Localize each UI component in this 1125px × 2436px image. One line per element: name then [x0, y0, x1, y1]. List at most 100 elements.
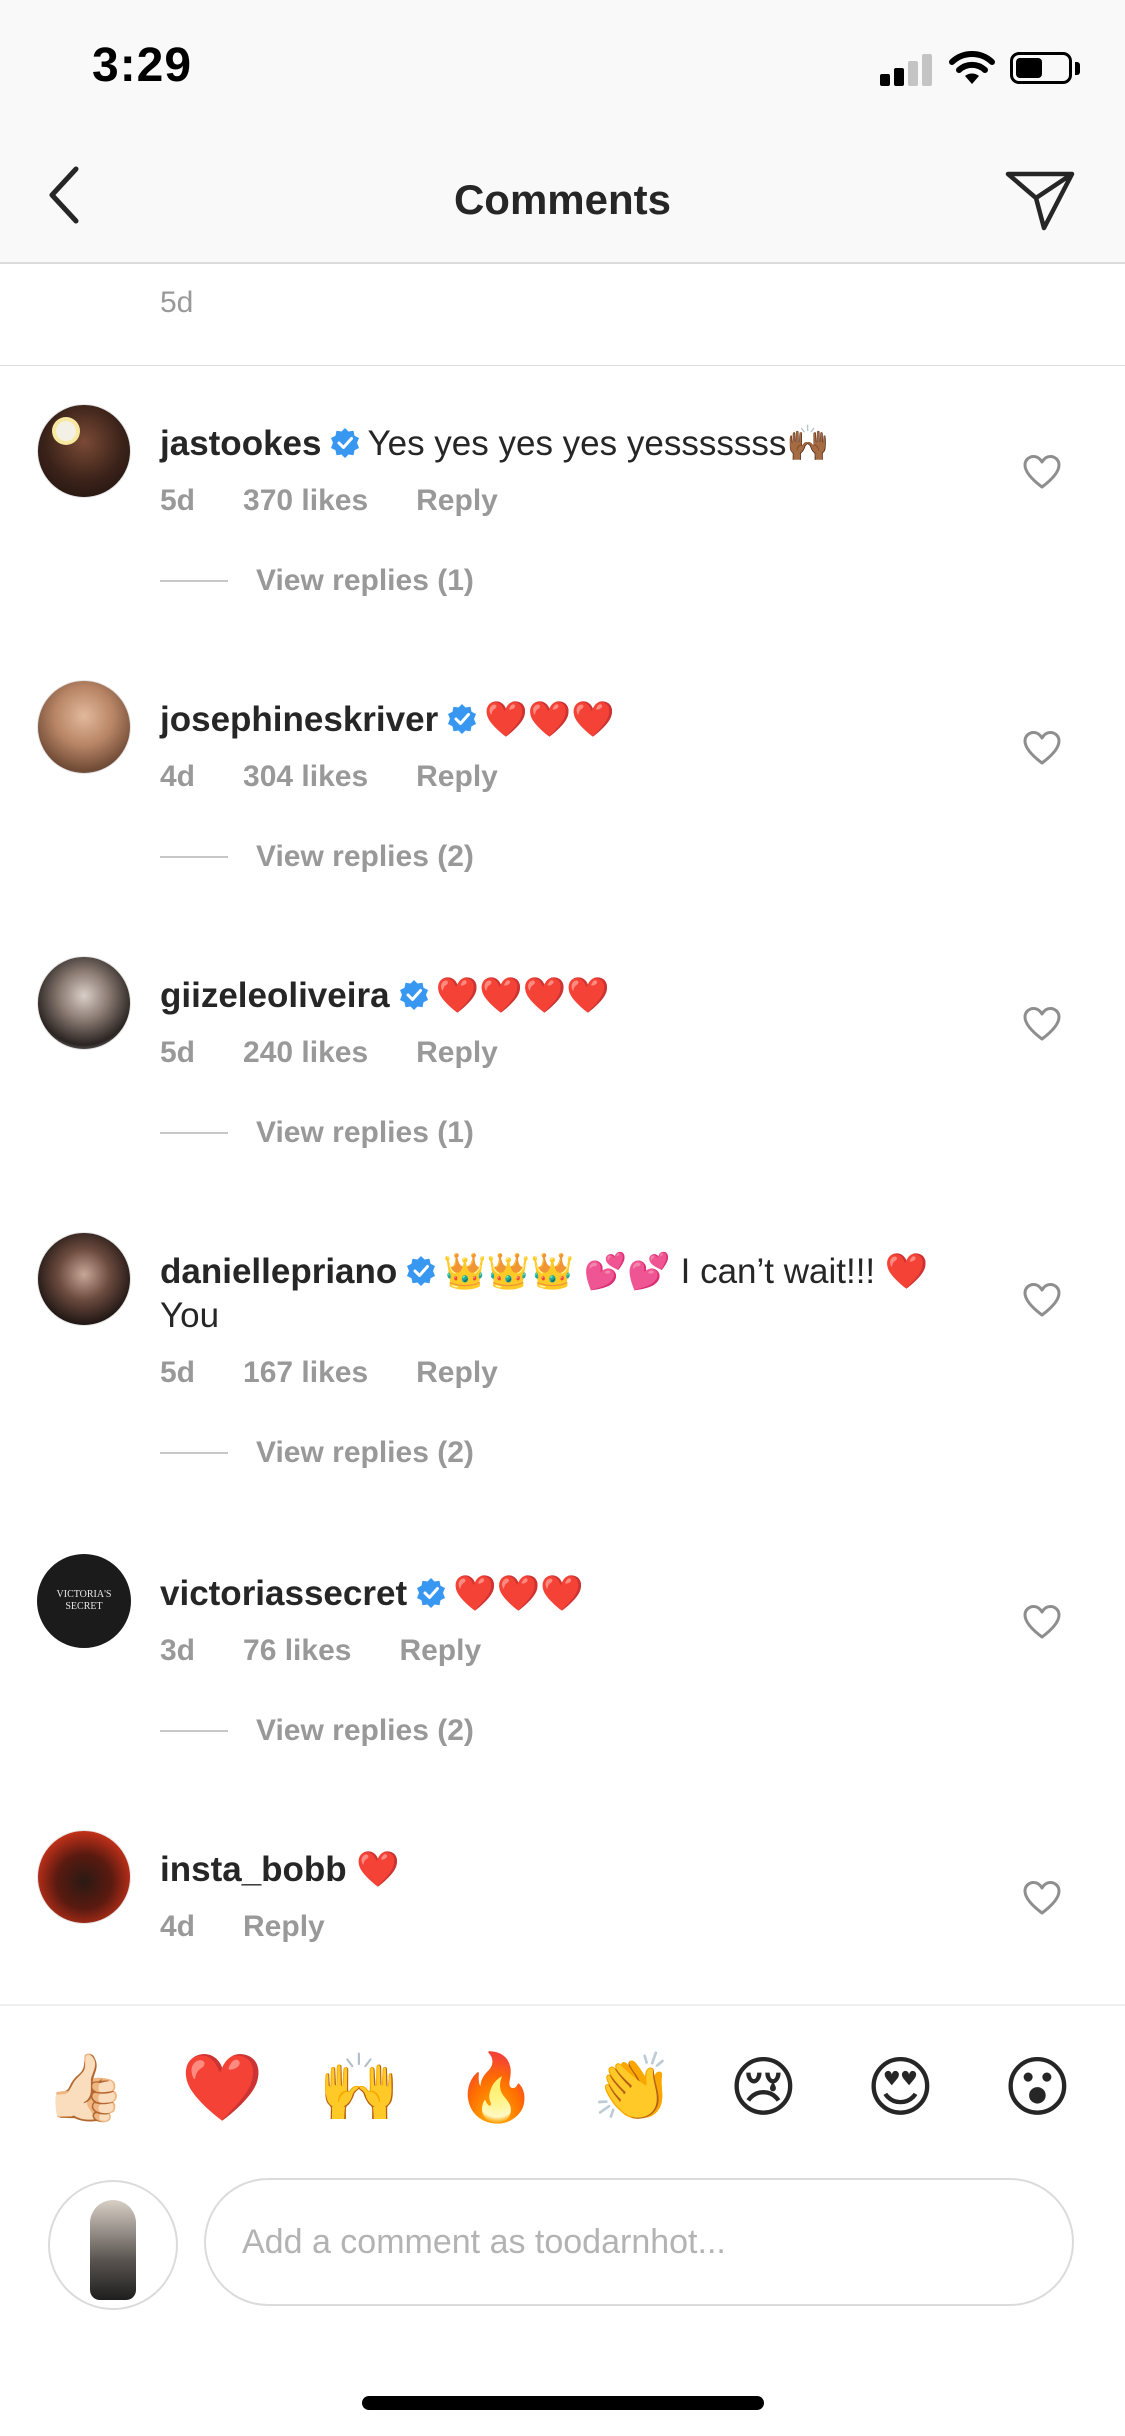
comment-username[interactable]: insta_bobb: [160, 1850, 347, 1889]
reply-button[interactable]: Reply: [243, 1910, 325, 1943]
view-replies-button[interactable]: View replies (2): [160, 1436, 474, 1470]
comment-username[interactable]: daniellepriano: [160, 1252, 397, 1291]
comment-username[interactable]: victoriassecret: [160, 1574, 407, 1613]
view-replies-label: View replies (2): [256, 840, 474, 873]
comment-username[interactable]: giizeleoliveira: [160, 976, 390, 1015]
avatar[interactable]: [37, 404, 131, 498]
wifi-icon: [949, 51, 995, 84]
comment-likes[interactable]: 76 likes: [243, 1634, 351, 1667]
home-indicator[interactable]: [362, 2396, 764, 2410]
comment-text: giizeleoliveira ❤️❤️❤️❤️: [160, 974, 980, 1018]
comment-text: insta_bobb ❤️: [160, 1848, 980, 1892]
reply-button[interactable]: Reply: [416, 484, 498, 517]
like-button[interactable]: [1018, 1000, 1066, 1048]
like-button[interactable]: [1018, 1598, 1066, 1646]
comment-likes[interactable]: 167 likes: [243, 1356, 368, 1389]
like-button[interactable]: [1018, 1874, 1066, 1922]
avatar[interactable]: [37, 1830, 131, 1924]
comment-message: ❤️❤️❤️: [484, 700, 615, 739]
comment-message: ❤️❤️❤️❤️: [435, 976, 610, 1015]
reply-button[interactable]: Reply: [416, 760, 498, 793]
avatar[interactable]: VICTORIA'S SECRET: [37, 1554, 131, 1648]
emoji-raised-hands[interactable]: 🙌: [318, 2052, 400, 2122]
verified-badge-icon: [448, 704, 477, 734]
heart-outline-icon: [1023, 455, 1061, 489]
heart-outline-icon: [1023, 1007, 1061, 1041]
view-replies-button[interactable]: View replies (1): [160, 1116, 474, 1150]
battery-icon: [1010, 52, 1072, 84]
view-replies-label: View replies (1): [256, 564, 474, 597]
comment-text: victoriassecret ❤️❤️❤️: [160, 1572, 980, 1616]
comment-meta: 4d 304 likes Reply: [160, 760, 546, 794]
view-replies-button[interactable]: View replies (2): [160, 1714, 474, 1748]
view-replies-button[interactable]: View replies (1): [160, 564, 474, 598]
verified-badge-icon: [417, 1578, 446, 1608]
emoji-reaction-bar: 👍🏻 ❤️ 🙌 🔥 👏 😢 😍 😮: [0, 2004, 1125, 2172]
reply-button[interactable]: Reply: [399, 1634, 481, 1667]
comment-message: ❤️: [356, 1850, 401, 1889]
emoji-heart-eyes[interactable]: 😍: [866, 2052, 935, 2122]
comment-likes[interactable]: 370 likes: [243, 484, 368, 517]
emoji-fire[interactable]: 🔥: [455, 2052, 537, 2122]
heart-outline-icon: [1023, 1881, 1061, 1915]
avatar[interactable]: [37, 680, 131, 774]
comment-time: 5d: [160, 1356, 196, 1389]
comment-text: daniellepriano 👑👑👑 💕💕 I can’t wait!!! ❤️ …: [160, 1250, 960, 1338]
chevron-left-icon: [49, 166, 79, 224]
comment-list[interactable]: 5d jastookes Yes yes yes yes yesssssss🙌🏾 …: [0, 264, 1125, 2004]
like-button[interactable]: [1018, 1276, 1066, 1324]
my-avatar[interactable]: [48, 2180, 178, 2310]
like-button[interactable]: [1018, 724, 1066, 772]
emoji-thumbs-up[interactable]: 👍🏻: [44, 2052, 126, 2122]
nav-bar: Comments: [0, 140, 1125, 264]
view-replies-button[interactable]: View replies (2): [160, 840, 474, 874]
replies-line: [160, 1452, 228, 1454]
comment-meta: 4d Reply: [160, 1910, 373, 1944]
heart-outline-icon: [1023, 1605, 1061, 1639]
comment-username[interactable]: jastookes: [160, 424, 321, 463]
comment-message: ❤️❤️❤️: [453, 1574, 584, 1613]
cellular-signal-icon: [880, 52, 936, 86]
comment-likes[interactable]: 304 likes: [243, 760, 368, 793]
reply-button[interactable]: Reply: [416, 1356, 498, 1389]
comment-likes[interactable]: 240 likes: [243, 1036, 368, 1069]
comment-username[interactable]: josephineskriver: [160, 700, 438, 739]
heart-outline-icon: [1023, 731, 1061, 765]
replies-line: [160, 1132, 228, 1134]
paper-plane-icon: [1005, 171, 1075, 231]
battery-cap: [1075, 62, 1080, 75]
avatar[interactable]: [37, 956, 131, 1050]
heart-outline-icon: [1023, 1283, 1061, 1317]
emoji-crying-face[interactable]: 😢: [729, 2052, 798, 2122]
comment-text: josephineskriver ❤️❤️❤️: [160, 698, 980, 742]
divider: [0, 365, 1125, 366]
reply-button[interactable]: Reply: [416, 1036, 498, 1069]
comment-message: Yes yes yes yes yesssssss🙌🏾: [367, 424, 830, 463]
avatar-wordmark: VICTORIA'S SECRET: [56, 1589, 112, 1612]
verified-badge-icon: [407, 1256, 436, 1286]
emoji-clapping-hands[interactable]: 👏: [592, 2052, 674, 2122]
emoji-surprised-face[interactable]: 😮: [1003, 2052, 1072, 2122]
back-button[interactable]: [34, 160, 94, 230]
comment-meta: 5d 370 likes Reply: [160, 484, 546, 518]
verified-badge-icon: [399, 980, 428, 1010]
like-button[interactable]: [1018, 448, 1066, 496]
status-bar: 3:29: [0, 0, 1125, 140]
emoji-red-heart[interactable]: ❤️: [181, 2052, 263, 2122]
replies-line: [160, 580, 228, 582]
avatar[interactable]: [37, 1232, 131, 1326]
comment-time: 4d: [160, 760, 196, 793]
verified-badge-icon: [331, 428, 360, 458]
direct-message-button[interactable]: [1000, 162, 1080, 238]
comment-time: 3d: [160, 1634, 196, 1667]
comment-meta: 3d 76 likes Reply: [160, 1634, 529, 1668]
view-replies-label: View replies (1): [256, 1116, 474, 1149]
comment-input[interactable]: [204, 2178, 1074, 2306]
comment-meta: 5d 240 likes Reply: [160, 1036, 546, 1070]
comment-time: 5d: [160, 1036, 196, 1069]
comment-composer: [0, 2172, 1125, 2322]
status-time: 3:29: [92, 39, 193, 92]
replies-line: [160, 1730, 228, 1732]
view-replies-label: View replies (2): [256, 1714, 474, 1747]
view-replies-label: View replies (2): [256, 1436, 474, 1469]
